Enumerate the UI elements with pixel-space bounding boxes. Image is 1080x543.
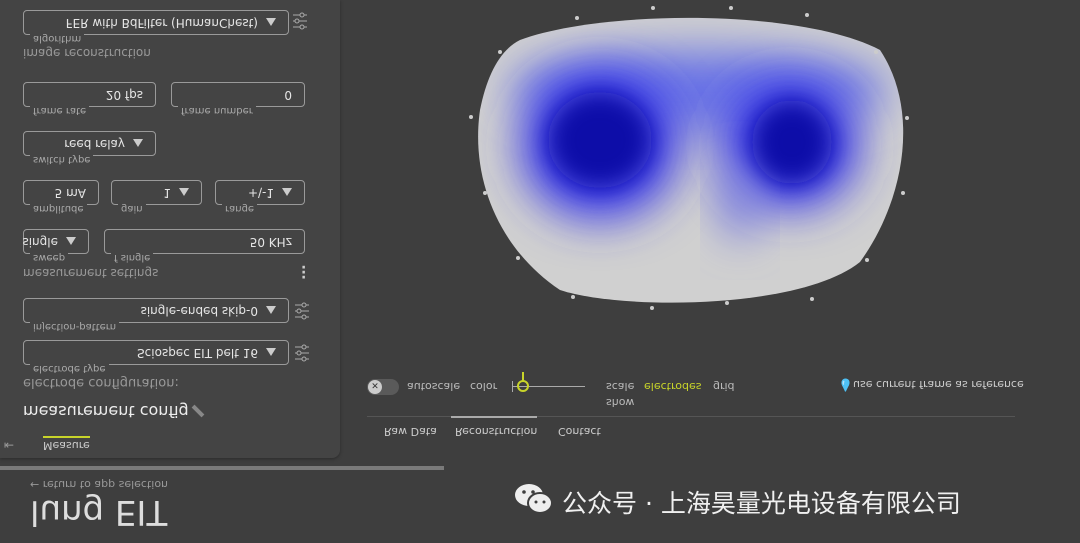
electrode-dot	[905, 116, 909, 120]
close-icon: ✕	[368, 380, 382, 394]
electrode-type-select[interactable]: Sciospec EIT belt 16 electrode type	[23, 340, 289, 374]
f-single-label: f single	[111, 252, 154, 263]
gain-select[interactable]: 1 gain	[111, 180, 202, 214]
f-single-value: 50 KHz	[249, 235, 292, 249]
electrode-dot	[651, 6, 655, 10]
tab-raw-data[interactable]: Raw Data	[384, 425, 437, 438]
amplitude-value: 5 mA	[54, 186, 86, 200]
return-label: return to app selection	[42, 478, 169, 491]
sliders-icon[interactable]	[294, 344, 310, 362]
scale-option[interactable]: scale	[606, 380, 634, 393]
sweep-label: sweep	[30, 252, 69, 263]
amplitude-field[interactable]: 5 mA amplitude	[23, 180, 99, 214]
electrodes-option[interactable]: electrodes	[644, 380, 701, 393]
collapse-panel-icon[interactable]: ⇤	[4, 438, 14, 452]
electrode-dot	[865, 258, 869, 262]
electrode-dot	[650, 306, 654, 310]
eit-reconstruction-image	[469, 6, 909, 310]
pencil-icon[interactable]	[191, 404, 205, 418]
tab-reconstruction[interactable]: Reconstruction	[455, 425, 537, 438]
watermark-text: 公众号 · 上海昊量光电设备有限公司	[562, 489, 961, 518]
frame-rate-value: 20 fps	[105, 88, 143, 102]
algorithm-value: FER with BdFilter (HumanChest)	[65, 16, 258, 30]
use-reference-button[interactable]: use current frame as reference	[853, 378, 1024, 391]
electrode-dot	[901, 191, 905, 195]
frame-number-label: frame number	[178, 105, 256, 116]
electrode-dot	[810, 297, 814, 301]
injection-pattern-label: injection-pattern	[30, 321, 120, 332]
show-label: show	[606, 396, 635, 409]
f-single-field[interactable]: 50 KHz f single	[104, 229, 305, 263]
electrode-dot	[516, 256, 520, 260]
caret-icon	[133, 139, 143, 148]
sliders-icon[interactable]	[294, 302, 310, 320]
electrode-type-value: Sciospec EIT belt 16	[137, 346, 258, 360]
slider-handle[interactable]	[516, 380, 529, 392]
frame-rate-label: frame rate	[30, 105, 90, 116]
measurement-settings-heading: measurement settings	[23, 266, 159, 280]
injection-pattern-value: single-ended skip-0	[140, 304, 258, 318]
caret-icon	[266, 348, 276, 357]
caret-icon	[66, 237, 76, 246]
sliders-icon[interactable]	[292, 12, 308, 30]
switch-type-label: switch type	[30, 154, 94, 165]
app-title: lung EIT	[30, 492, 168, 532]
electrode-dot	[483, 191, 487, 195]
kebab-menu-icon[interactable]: · · ·	[301, 261, 306, 285]
grid-option[interactable]: grid	[713, 380, 735, 393]
caret-icon	[179, 188, 189, 197]
wechat-logo-icon	[515, 484, 553, 514]
caret-icon	[266, 306, 276, 315]
electrode-type-label: electrode type	[30, 363, 109, 374]
divider	[0, 466, 444, 470]
frame-number-value: 0	[284, 88, 292, 102]
measurement-config-title: measurement config	[23, 402, 189, 421]
gain-value: 1	[163, 186, 171, 200]
electrode-dot	[874, 50, 878, 54]
switch-type-select[interactable]: reed relay switch type	[23, 131, 156, 165]
frame-rate-field[interactable]: 20 fps frame rate	[23, 82, 156, 116]
tab-measure[interactable]: Measure	[43, 436, 90, 452]
slider-handle-stem	[521, 372, 524, 381]
electrode-configuration-heading: electrode configuration:	[23, 375, 179, 390]
algorithm-select[interactable]: FER with BdFilter (HumanChest) algorithm	[23, 10, 289, 44]
caret-icon	[282, 188, 292, 197]
sweep-select[interactable]: single sweep	[22, 229, 89, 263]
autoscale-toggle[interactable]: ✕	[367, 379, 399, 395]
injection-pattern-select[interactable]: single-ended skip-0 injection-pattern	[23, 298, 289, 332]
autoscale-label: autoscale	[407, 380, 461, 393]
range-value: +\-1	[247, 186, 274, 200]
electrode-dot	[498, 50, 502, 54]
electrode-dot	[805, 13, 809, 17]
range-label: range	[222, 203, 258, 214]
drop-icon: 💧	[838, 378, 853, 392]
caret-icon	[266, 18, 276, 27]
electrode-dot	[729, 6, 733, 10]
switch-type-value: reed relay	[64, 137, 125, 151]
frame-number-field[interactable]: 0 frame number	[171, 82, 305, 116]
amplitude-label: amplitude	[30, 203, 87, 214]
active-tab-indicator	[451, 416, 537, 418]
electrode-dot	[469, 115, 473, 119]
tab-contact[interactable]: Contact	[558, 425, 601, 438]
electrode-dot	[571, 295, 575, 299]
image-reconstruction-heading: image reconstruction	[23, 46, 151, 60]
algorithm-label: algorithm	[30, 33, 85, 44]
slider-tick	[512, 381, 513, 392]
config-panel: FER with BdFilter (HumanChest) algorithm …	[0, 0, 340, 458]
gain-label: gain	[118, 203, 146, 214]
range-select[interactable]: +\-1 range	[215, 180, 305, 214]
color-label: color	[470, 380, 498, 393]
sweep-value: single	[22, 235, 58, 249]
electrode-dot	[575, 16, 579, 20]
return-link[interactable]: ← return to app selection	[30, 478, 168, 491]
electrode-dot	[725, 301, 729, 305]
